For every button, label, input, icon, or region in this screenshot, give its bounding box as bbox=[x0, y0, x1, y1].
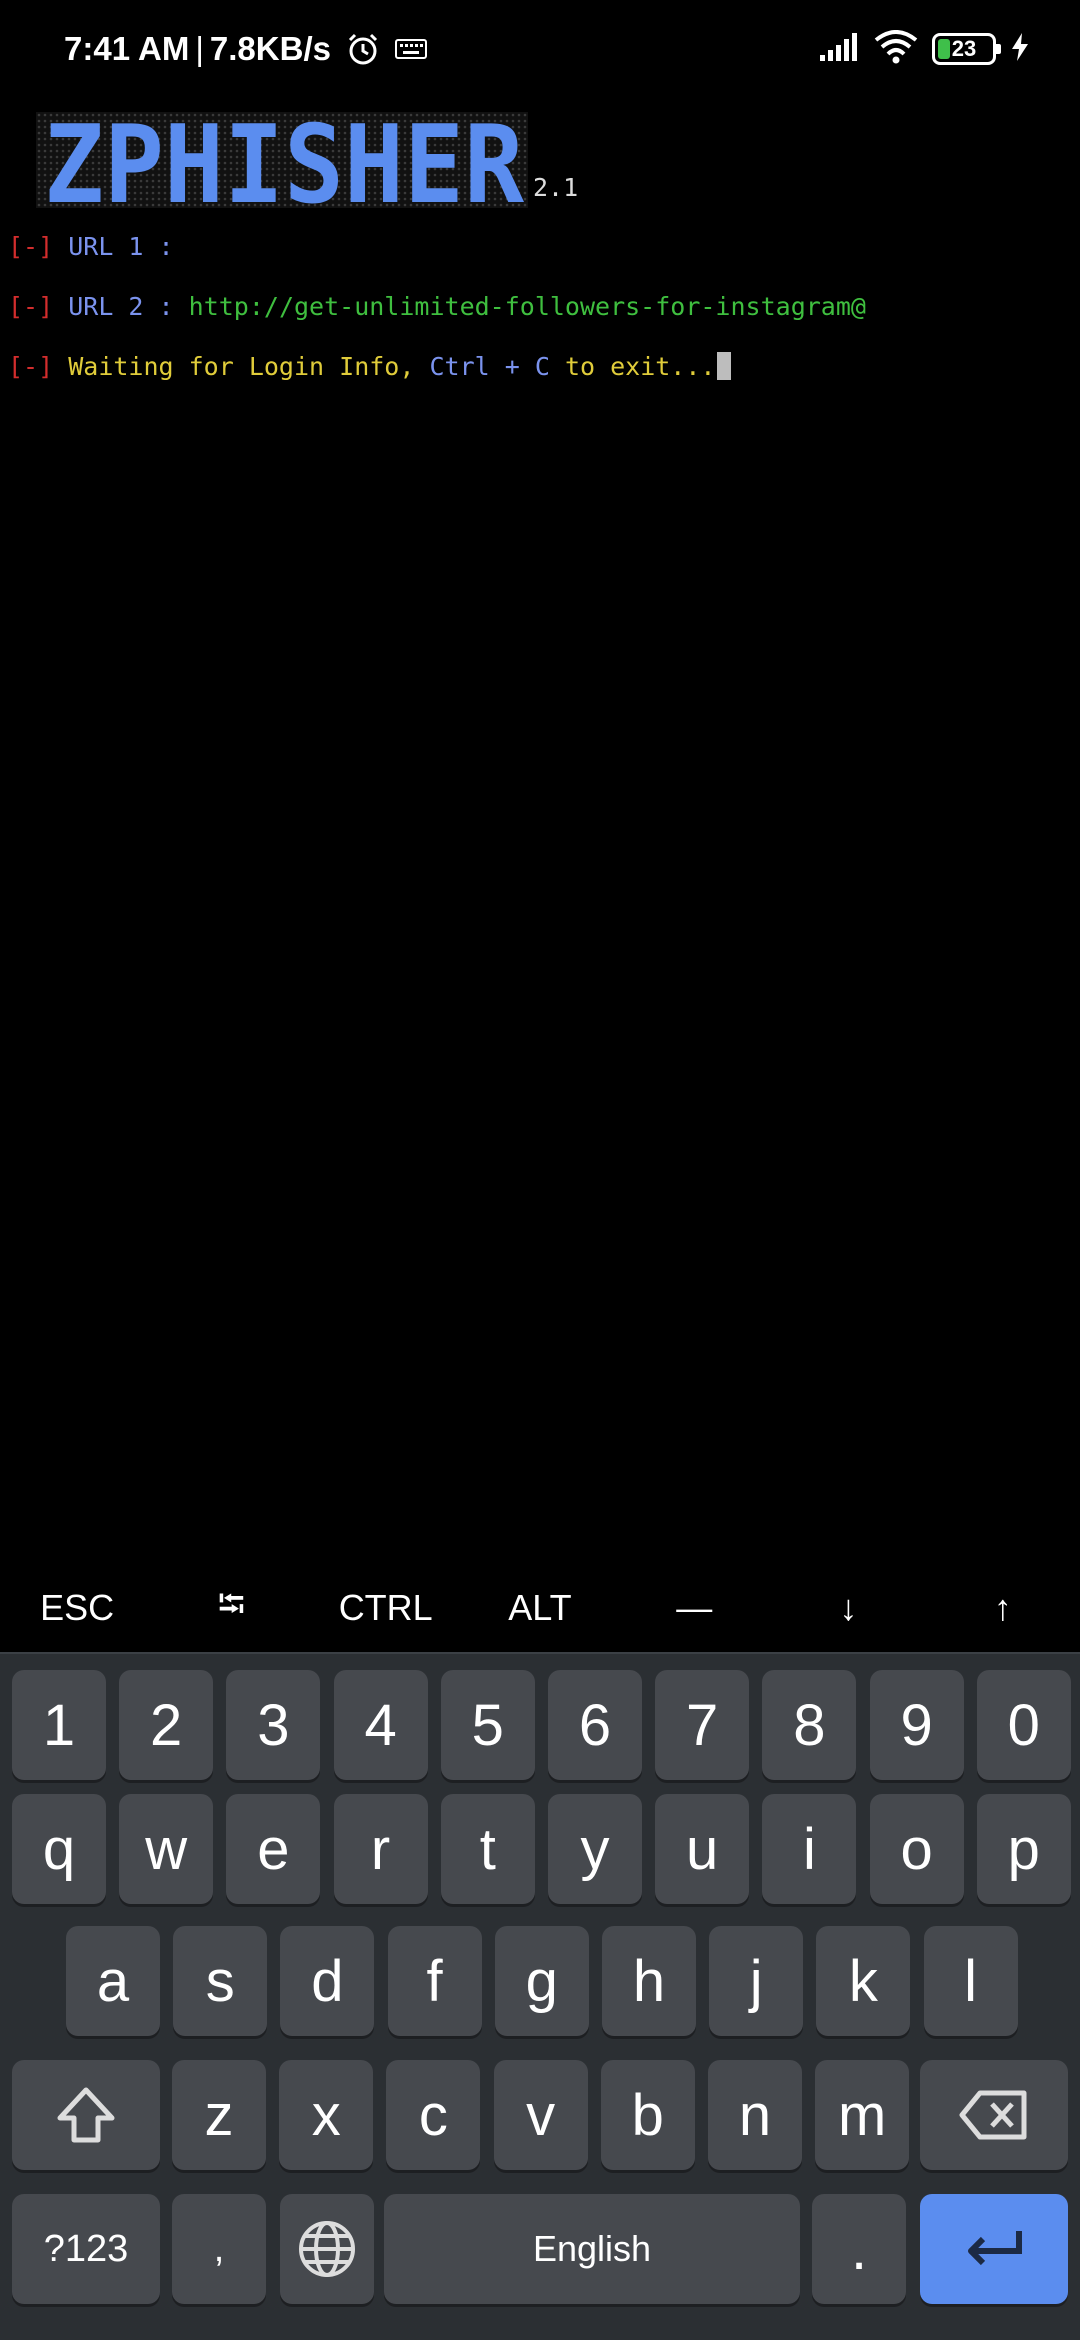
key-s[interactable]: s bbox=[173, 1926, 268, 2036]
key-o[interactable]: o bbox=[869, 1794, 964, 1904]
terminal-cursor bbox=[717, 352, 732, 380]
key-i[interactable]: i bbox=[762, 1794, 857, 1904]
globe-icon bbox=[299, 2221, 355, 2277]
ctrl-key[interactable]: CTRL bbox=[309, 1587, 463, 1629]
dash-key[interactable]: — bbox=[617, 1587, 771, 1629]
exit-message: to exit... bbox=[564, 352, 716, 381]
battery-icon: 23 bbox=[932, 33, 1001, 65]
key-7[interactable]: 7 bbox=[655, 1670, 750, 1780]
key-x[interactable]: x bbox=[279, 2060, 374, 2170]
key-4[interactable]: 4 bbox=[333, 1670, 428, 1780]
key-n[interactable]: n bbox=[708, 2060, 802, 2170]
extra-keys-row: ESC ⭾ CTRL ALT — ↓ ↑ bbox=[0, 1560, 1080, 1656]
status-right: 23 bbox=[818, 26, 1030, 72]
status-left: 7:41 AM | 7.8KB/s bbox=[64, 24, 427, 74]
space-key[interactable]: English bbox=[384, 2194, 800, 2304]
ctrl-c-hint: Ctrl + C bbox=[429, 352, 550, 381]
arrow-down-key[interactable]: ↓ bbox=[771, 1587, 925, 1629]
url2-label: URL 2 : bbox=[68, 292, 174, 321]
status-separator: | bbox=[195, 30, 204, 67]
termux-screen: 7:41 AM | 7.8KB/s 23 ZPHISHER 2.1 [-] UR… bbox=[0, 0, 1080, 2340]
zphisher-banner-logo: ZPHISHER bbox=[36, 106, 528, 216]
key-d[interactable]: d bbox=[280, 1926, 375, 2036]
key-9[interactable]: 9 bbox=[869, 1670, 964, 1780]
key-w[interactable]: w bbox=[119, 1794, 214, 1904]
backspace-icon bbox=[959, 2090, 1027, 2140]
key-2[interactable]: 2 bbox=[119, 1670, 214, 1780]
terminal-output[interactable]: ZPHISHER 2.1 [-] URL 1 : [-] URL 2 : htt… bbox=[0, 96, 1080, 1540]
enter-key[interactable] bbox=[920, 2194, 1068, 2304]
comma-key[interactable]: , bbox=[172, 2194, 266, 2304]
key-k[interactable]: k bbox=[816, 1926, 911, 2036]
key-1[interactable]: 1 bbox=[12, 1670, 106, 1780]
key-m[interactable]: m bbox=[815, 2060, 910, 2170]
key-5[interactable]: 5 bbox=[440, 1670, 535, 1780]
terminal-line-waiting: [-] Waiting for Login Info, Ctrl + C to … bbox=[8, 352, 732, 381]
key-r[interactable]: r bbox=[333, 1794, 428, 1904]
key-e[interactable]: e bbox=[226, 1794, 321, 1904]
key-3[interactable]: 3 bbox=[226, 1670, 321, 1780]
enter-icon bbox=[968, 2231, 1022, 2266]
key-l[interactable]: l bbox=[923, 1926, 1018, 2036]
tab-key[interactable]: ⭾ bbox=[154, 1578, 308, 1639]
battery-fill bbox=[938, 39, 950, 59]
waiting-message: Waiting for Login Info, bbox=[68, 352, 415, 381]
key-q[interactable]: q bbox=[12, 1794, 106, 1904]
key-b[interactable]: b bbox=[600, 2060, 695, 2170]
key-f[interactable]: f bbox=[387, 1926, 482, 2036]
soft-keyboard: ?123 , English . 1234567890 qwertyuiop asd… bbox=[0, 1652, 1080, 2340]
shift-key[interactable] bbox=[12, 2060, 160, 2170]
shift-icon bbox=[57, 2087, 115, 2143]
version-label: 2.1 bbox=[533, 173, 579, 202]
charging-icon bbox=[1010, 32, 1030, 67]
key-6[interactable]: 6 bbox=[548, 1670, 642, 1780]
status-bar: 7:41 AM | 7.8KB/s 23 bbox=[0, 0, 1080, 96]
key-p[interactable]: p bbox=[976, 1794, 1071, 1904]
terminal-line-url1: [-] URL 1 : bbox=[8, 232, 189, 261]
line-prefix: [-] bbox=[8, 292, 54, 321]
banner-text: ZPHISHER bbox=[44, 106, 525, 216]
key-v[interactable]: v bbox=[493, 2060, 588, 2170]
period-key[interactable]: . bbox=[812, 2194, 906, 2304]
line-prefix: [-] bbox=[8, 232, 54, 261]
terminal-line-url2: [-] URL 2 : http://get-unlimited-followe… bbox=[8, 292, 866, 321]
key-u[interactable]: u bbox=[655, 1794, 750, 1904]
alt-key[interactable]: ALT bbox=[463, 1587, 617, 1629]
key-0[interactable]: 0 bbox=[976, 1670, 1071, 1780]
keyboard-icon bbox=[394, 38, 427, 60]
url1-label: URL 1 : bbox=[68, 232, 174, 261]
battery-percent: 23 bbox=[951, 36, 977, 61]
key-g[interactable]: g bbox=[494, 1926, 589, 2036]
esc-key[interactable]: ESC bbox=[0, 1587, 154, 1629]
key-t[interactable]: t bbox=[440, 1794, 535, 1904]
line-prefix: [-] bbox=[8, 352, 54, 381]
status-net-speed: 7.8KB/s bbox=[209, 30, 331, 67]
key-a[interactable]: a bbox=[66, 1926, 160, 2036]
signal-icon bbox=[818, 31, 860, 68]
alarm-icon bbox=[345, 31, 381, 67]
key-y[interactable]: y bbox=[548, 1794, 642, 1904]
url2-value[interactable]: http://get-unlimited-followers-for-insta… bbox=[189, 292, 866, 321]
language-key[interactable] bbox=[280, 2194, 374, 2304]
arrow-up-key[interactable]: ↑ bbox=[926, 1587, 1080, 1629]
symbols-key[interactable]: ?123 bbox=[12, 2194, 160, 2304]
key-c[interactable]: c bbox=[386, 2060, 481, 2170]
key-z[interactable]: z bbox=[172, 2060, 266, 2170]
key-h[interactable]: h bbox=[602, 1926, 696, 2036]
key-j[interactable]: j bbox=[709, 1926, 804, 2036]
status-time: 7:41 AM bbox=[64, 30, 190, 67]
key-8[interactable]: 8 bbox=[762, 1670, 857, 1780]
wifi-icon bbox=[874, 29, 918, 69]
backspace-key[interactable] bbox=[920, 2060, 1068, 2170]
